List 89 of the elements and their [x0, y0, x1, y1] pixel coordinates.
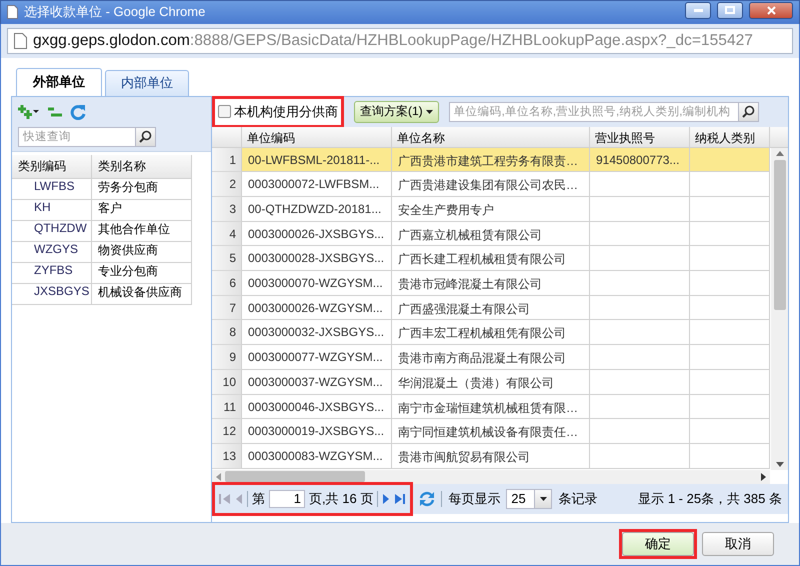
table-row[interactable]: 3 00-QTHZDWZD-20181... 安全生产费用专户	[212, 197, 770, 222]
table-row[interactable]: 7 0003000026-WZGYSM... 广西盛强混凝土有限公司	[212, 296, 770, 320]
table-row[interactable]: 12 0003000019-JXSBGYS... 南宁同恒建筑机械设备有限责任…	[212, 419, 770, 444]
table-cell[interactable]: WZGYS	[12, 238, 92, 263]
row-number: 5	[212, 246, 242, 272]
add-icon[interactable]	[18, 104, 40, 120]
table-cell[interactable]: QTHZDW	[12, 218, 92, 242]
scroll-right-icon[interactable]	[761, 472, 766, 481]
tab[interactable]: 内部单位	[105, 70, 189, 96]
row-number: 1	[212, 148, 242, 172]
row-number: 7	[212, 296, 242, 320]
url-text: gxgg.geps.glodon.com:8888/GEPS/BasicData/HZHBLookupPage/HZHBLookupPage.aspx?_dc=155427	[33, 32, 753, 50]
table-cell[interactable]: 物资供应商	[92, 238, 192, 263]
row-number: 12	[212, 419, 242, 444]
search-button[interactable]	[738, 102, 758, 121]
table-row[interactable]: 1 00-LWFBSML-201811-... 广西贵港市建筑工程劳务有限责… 91450800773...	[212, 148, 770, 172]
table-cell[interactable]: 专业分包商	[92, 260, 192, 284]
row-number: 8	[212, 320, 242, 346]
dialog-button[interactable]: 确定	[622, 532, 694, 556]
records-label: 条记录	[558, 490, 598, 508]
last-page-icon[interactable]	[394, 492, 406, 505]
column-header[interactable]: 类别编码	[12, 154, 92, 179]
table-cell[interactable]: 客户	[92, 196, 192, 221]
table-row[interactable]: 11 0003000046-JXSBGYS... 南宁市金瑞恒建筑机械租赁有限…	[212, 394, 770, 420]
search-icon	[139, 130, 152, 144]
next-page-icon[interactable]	[382, 492, 390, 505]
row-number: 6	[212, 271, 242, 296]
table-row[interactable]: 8 0003000032-JXSBGYS... 广西丰宏工程机械租凭有限公司	[212, 320, 770, 346]
table-cell: 贵港市闽航贸易有限公司	[392, 444, 590, 469]
scrollbar-track[interactable]	[212, 470, 770, 484]
address-field[interactable]: gxgg.geps.glodon.com:8888/GEPS/BasicData/HZHBLookupPage/HZHBLookupPage.aspx?_dc=155427	[7, 28, 793, 54]
row-number: 4	[212, 222, 242, 246]
row-number: 2	[212, 172, 242, 198]
row-number: 13	[212, 444, 242, 469]
checkbox[interactable]	[218, 105, 231, 118]
table-cell[interactable]: JXSBGYS	[12, 280, 92, 305]
refresh-icon[interactable]	[70, 104, 86, 120]
row-number: 9	[212, 345, 242, 370]
table-row[interactable]: 10 0003000037-WZGYSM... 华润混凝土（贵港）有限公司	[212, 370, 770, 395]
scrollbar-thumb[interactable]	[225, 471, 365, 482]
table-row[interactable]: 13 0003000083-WZGYSM... 贵港市闽航贸易有限公司	[212, 444, 770, 469]
page-icon	[14, 32, 27, 49]
page-icon	[7, 5, 18, 20]
scroll-down-icon[interactable]	[776, 462, 784, 467]
close-button[interactable]	[749, 2, 793, 19]
close-icon	[766, 6, 776, 15]
record-summary: 显示 1 - 25条，共 385 条	[638, 490, 782, 508]
table-row[interactable]: 9 0003000077-WZGYSM... 贵港市南方商品混凝土有限公司	[212, 345, 770, 370]
table-row[interactable]: 4 0003000026-JXSBGYS... 广西嘉立机械租赁有限公司	[212, 222, 770, 246]
table-cell[interactable]: ZYFBS	[12, 260, 92, 284]
table-row[interactable]: 6 0003000070-WZGYSM... 贵港市冠峰混凝土有限公司	[212, 271, 770, 296]
caret-icon	[540, 496, 547, 501]
minimize-button[interactable]	[685, 2, 711, 19]
scrollbar-thumb[interactable]	[774, 160, 786, 310]
table-cell: 0003000083-WZGYSM...	[242, 444, 392, 469]
table-cell[interactable]: 其他合作单位	[92, 218, 192, 242]
scroll-left-icon[interactable]	[216, 472, 221, 481]
table-cell[interactable]: LWFBS	[12, 176, 92, 200]
scrollbar-track[interactable]	[771, 148, 788, 470]
search-button[interactable]	[135, 128, 155, 146]
table-row[interactable]: 5 0003000028-JXSBGYS... 广西长建工程机械租赁有限公司	[212, 246, 770, 272]
refresh-icon[interactable]	[419, 490, 436, 507]
search-icon	[742, 105, 755, 118]
row-number: 3	[212, 197, 242, 222]
minus-icon[interactable]	[48, 106, 62, 117]
search-field[interactable]: 单位编码,单位名称,营业执照号,纳税人类别,编制机构	[448, 102, 759, 122]
column-header[interactable]: 类别名称	[92, 154, 192, 179]
window-title: 选择收款单位 - Google Chrome	[24, 3, 206, 22]
page-size-select[interactable]: 25	[506, 488, 552, 509]
page-total: 页,共 16 页	[309, 490, 374, 508]
checkbox-label: 本机构使用分供商	[234, 102, 338, 121]
maximize-button[interactable]	[717, 2, 743, 19]
caret-icon	[426, 110, 433, 114]
scroll-up-icon[interactable]	[776, 150, 784, 156]
row-number: 11	[212, 394, 242, 420]
table-row[interactable]: 2 0003000072-LWFBSM... 广西贵港建设集团有限公司农民…	[212, 172, 770, 198]
row-number: 10	[212, 370, 242, 395]
page-size-label: 每页显示	[448, 490, 500, 508]
page-input[interactable]: 1	[269, 490, 305, 508]
table-cell[interactable]: 劳务分包商	[92, 176, 192, 200]
query-scheme-button[interactable]: 查询方案(1)	[354, 100, 439, 123]
table-cell[interactable]: 机械设备供应商	[92, 280, 192, 305]
table-cell[interactable]: KH	[12, 196, 92, 221]
page-label: 第	[252, 490, 265, 508]
dialog-button[interactable]: 取消	[702, 532, 774, 556]
minimize-icon	[694, 8, 702, 12]
tab[interactable]: 外部单位	[16, 68, 102, 96]
search-field[interactable]: 快速查询	[18, 126, 156, 147]
maximize-icon	[725, 6, 735, 14]
